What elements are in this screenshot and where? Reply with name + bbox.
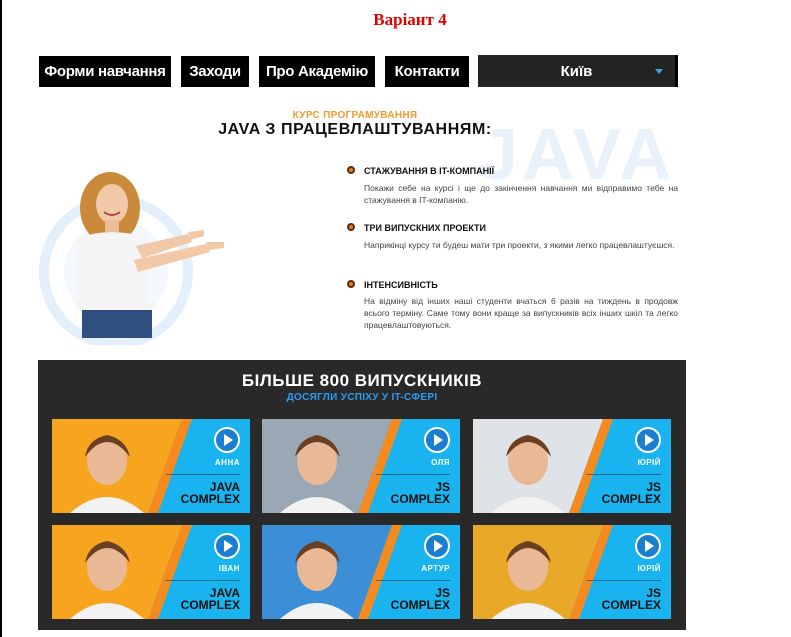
card-divider [587,474,661,475]
graduates-subtitle: ДОСЯГЛИ УСПІХУ У IT-СФЕРІ [286,392,438,403]
feature-title-internship: СТАЖУВАННЯ В IT-КОМПАНІЇ [364,166,495,176]
hero-woman-illustration [39,172,224,345]
page-left-border [0,0,2,637]
graduate-course-line2: COMPLEX [180,598,240,612]
card-divider [166,474,240,475]
nav-contacts[interactable]: Контакти [385,56,469,87]
card-divider [376,580,450,581]
feature-text-intensity: На відміну від інших наші студенти вчать… [364,296,678,330]
graduate-course-line2: COMPLEX [390,492,450,506]
play-video-icon[interactable] [635,533,661,559]
graduate-name: АННА [214,458,240,467]
city-select[interactable]: Київ [478,55,678,87]
city-select-value: Київ [560,62,593,80]
feature-text-projects: Наприкінці курсу ти будеш мати три проек… [364,240,675,250]
card-divider [376,474,450,475]
nav-events[interactable]: Заходи [181,56,249,87]
graduate-name: ІВАН [218,564,240,573]
graduate-video-card[interactable]: ЮРІЙ JS COMPLEX [473,525,671,619]
graduate-video-card[interactable]: ЮРІЙ JS COMPLEX [473,419,671,513]
graduates-title: БІЛЬШЕ 800 ВИПУСКНИКІВ [241,371,483,390]
chevron-down-icon [655,69,663,74]
graduate-course-line2: COMPLEX [390,598,450,612]
feature-bullet-icon [347,280,355,288]
play-video-icon[interactable] [424,533,450,559]
feature-bullet-icon [347,223,355,231]
graduate-video-card[interactable]: АННА JAVA COMPLEX [52,419,250,513]
variant-title: Варіант 4 [373,10,447,29]
feature-text-internship: Покажи себе на курсі і ще до закінчення … [364,183,678,205]
graduate-name: ОЛЯ [431,458,450,467]
course-subtitle: КУРС ПРОГРАМУВАННЯ [292,110,418,121]
graduate-course-line2: COMPLEX [180,492,240,506]
graduate-name: ЮРІЙ [637,458,661,467]
nav-about-academy[interactable]: Про Академію [259,56,375,87]
graduate-video-card[interactable]: ІВАН JAVA COMPLEX [52,525,250,619]
graduates-section: БІЛЬШЕ 800 ВИПУСКНИКІВ ДОСЯГЛИ УСПІХУ У … [38,360,686,630]
feature-title-intensity: ІНТЕНСИВНІСТЬ [364,280,438,290]
nav-forms-of-study[interactable]: Форми навчання [39,56,171,87]
feature-bullet-icon [347,166,355,174]
play-video-icon[interactable] [424,427,450,453]
play-video-icon[interactable] [214,427,240,453]
play-video-icon[interactable] [214,533,240,559]
feature-title-projects: ТРИ ВИПУСКНИХ ПРОЕКТИ [364,223,487,233]
course-title: JAVA З ПРАЦЕВЛАШТУВАННЯМ: [218,121,492,138]
graduate-video-card[interactable]: ОЛЯ JS COMPLEX [262,419,460,513]
graduate-name: АРТУР [421,564,450,573]
graduate-video-card[interactable]: АРТУР JS COMPLEX [262,525,460,619]
graduate-course-line2: COMPLEX [601,598,661,612]
card-divider [166,580,240,581]
graduate-name: ЮРІЙ [637,564,661,573]
card-divider [587,580,661,581]
graduate-course-line2: COMPLEX [601,492,661,506]
play-video-icon[interactable] [635,427,661,453]
